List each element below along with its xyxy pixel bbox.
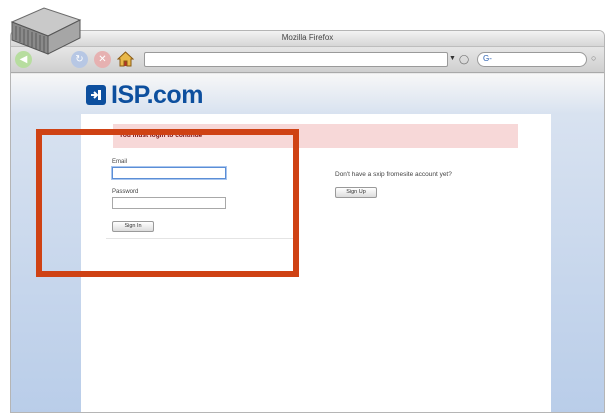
- logo-text: ISP.com: [111, 80, 203, 109]
- register-prompt: Don't have a sxip fromesite account yet?: [335, 171, 452, 178]
- window-title: Mozilla Firefox: [281, 33, 334, 42]
- home-icon[interactable]: [117, 51, 134, 68]
- url-dropdown-icon[interactable]: ▼: [449, 55, 456, 62]
- logo-mark-icon: [86, 85, 106, 105]
- navigation-toolbar: ◀ ↻ ✕ ▼ ◯ G- ○: [11, 47, 604, 73]
- stop-icon[interactable]: ✕: [94, 51, 111, 68]
- search-input[interactable]: G-: [477, 52, 587, 67]
- search-go-icon[interactable]: ○: [591, 53, 596, 63]
- site-logo[interactable]: ISP.com: [86, 80, 203, 109]
- server-icon: [10, 7, 82, 55]
- sign-up-button[interactable]: Sign Up: [335, 187, 377, 198]
- url-input[interactable]: [144, 52, 448, 67]
- login-highlight-box: [36, 129, 299, 277]
- go-icon[interactable]: ◯: [459, 54, 469, 65]
- title-bar: Mozilla Firefox: [11, 31, 604, 47]
